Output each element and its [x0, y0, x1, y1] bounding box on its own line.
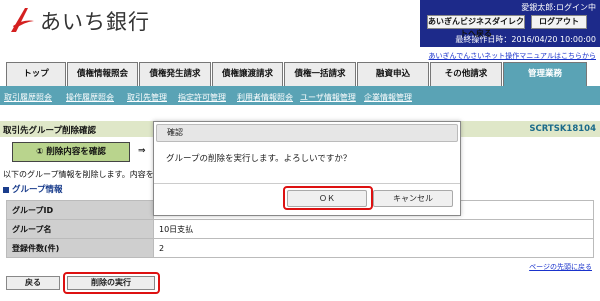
section-title: グループ情報: [12, 185, 63, 195]
subnav-partner-management[interactable]: 取引先管理: [127, 92, 167, 103]
page-top-link[interactable]: ページの先頭に戻る: [529, 262, 592, 272]
page-description: 以下のグループ情報を削除します。内容を確認: [3, 170, 170, 179]
tab-other[interactable]: その他請求: [430, 62, 502, 86]
row-value: 2: [153, 238, 594, 258]
tab-claim-inquiry[interactable]: 債権情報照会: [67, 62, 138, 86]
dialog-divider: [154, 183, 460, 184]
subnav-permission-management[interactable]: 指定許可管理: [178, 92, 226, 103]
dialog-message: グループの削除を実行します。よろしいですか？: [166, 154, 352, 164]
subnav-company-management[interactable]: 企業情報管理: [364, 92, 412, 103]
highlight-execute: [63, 272, 160, 294]
row-label: 登録件数(件): [6, 238, 154, 258]
cancel-button[interactable]: キャンセル: [373, 190, 453, 207]
bank-logo-icon: [11, 8, 34, 32]
dialog-title: 確認: [156, 124, 458, 142]
tab-top[interactable]: トップ: [6, 62, 66, 86]
square-bullet-icon: [3, 186, 9, 193]
tab-admin[interactable]: 管理業務: [503, 62, 587, 86]
subnav-user-info[interactable]: 利用者情報照会: [237, 92, 293, 103]
return-direct-button[interactable]: あいぎんビジネスダイレクトへ戻る: [427, 15, 525, 38]
row-label: グループ名: [6, 219, 154, 239]
tab-claim-issue[interactable]: 債権発生請求: [139, 62, 211, 86]
back-button[interactable]: 戻る: [6, 276, 60, 290]
tab-loan[interactable]: 融資申込: [357, 62, 429, 86]
step-arrow-icon: ⇒: [138, 146, 146, 156]
manual-link[interactable]: あいぎんでんさいネット操作マニュアルはこちらから: [429, 51, 596, 61]
table-row: グループ名 10日支払: [6, 219, 594, 239]
sub-navigation: 取引履歴照会 操作履歴照会 取引先管理 指定許可管理 利用者情報照会 ユーザ情報…: [0, 89, 600, 105]
row-label: グループID: [6, 200, 154, 220]
table-row: 登録件数(件) 2: [6, 238, 594, 258]
section-heading: グループ情報: [3, 183, 63, 195]
tab-bulk-claim[interactable]: 債権一括請求: [284, 62, 356, 86]
bank-name: あいち銀行: [40, 10, 150, 34]
row-value: 10日支払: [153, 219, 594, 239]
step-indicator: ① 削除内容を確認: [12, 142, 130, 162]
subnav-user-management[interactable]: ユーザ情報管理: [300, 92, 356, 103]
subnav-transaction-history[interactable]: 取引履歴照会: [4, 92, 52, 103]
highlight-ok: [283, 186, 373, 210]
page-title: 取引先グループ削除確認: [3, 126, 96, 136]
logout-button[interactable]: ログアウト: [531, 15, 587, 29]
login-user: 愛銀太郎:ログイン中: [521, 3, 596, 12]
tab-claim-transfer[interactable]: 債権譲渡請求: [212, 62, 283, 86]
screen-id: SCRTSK18104: [529, 124, 596, 134]
subnav-operation-history[interactable]: 操作履歴照会: [66, 92, 114, 103]
main-tabs: トップ 債権情報照会 債権発生請求 債権譲渡請求 債権一括請求 融資申込 その他…: [6, 62, 588, 86]
